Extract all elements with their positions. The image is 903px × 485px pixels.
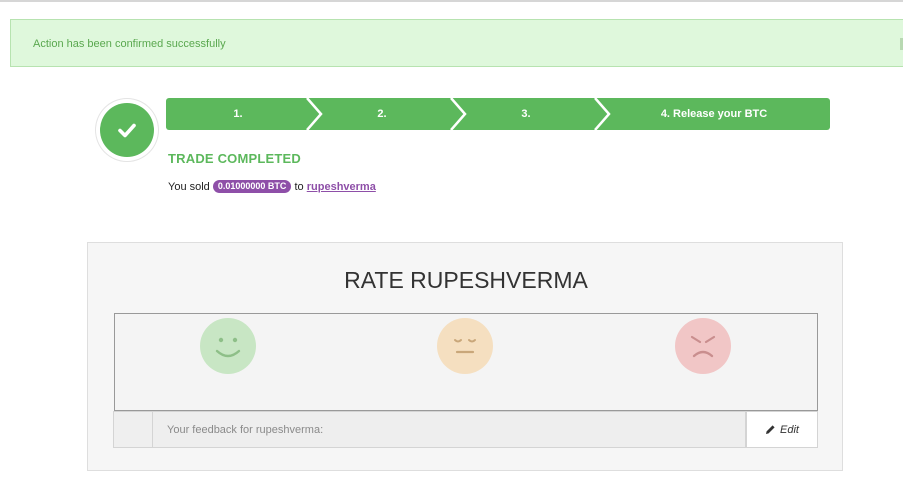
step-separator-arrow — [594, 98, 611, 130]
trade-prefix: You sold — [168, 181, 210, 193]
trade-summary: You sold 0.01000000 BTC to rupeshverma — [168, 180, 376, 194]
edit-label: Edit — [780, 423, 799, 436]
rating-title: RATE RUPESHVERMA — [344, 267, 588, 293]
feedback-avatar-box — [113, 411, 153, 448]
trade-to: to — [294, 181, 304, 193]
rating-panel: RATE RUPESHVERMA Your feedback for rupes… — [87, 242, 843, 471]
feedback-row: Your feedback for rupeshverma: Edit — [113, 411, 818, 448]
top-border — [0, 0, 903, 2]
feedback-input[interactable]: Your feedback for rupeshverma: — [153, 411, 746, 448]
step-separator-arrow — [450, 98, 467, 130]
amount-badge: 0.01000000 BTC — [212, 180, 292, 193]
step-separator-arrow — [306, 98, 323, 130]
counterparty-link[interactable]: rupeshverma — [307, 181, 376, 193]
pencil-icon — [766, 425, 775, 434]
success-alert: Action has been confirmed successfully — [10, 19, 903, 67]
feedback-placeholder: Your feedback for rupeshverma: — [167, 424, 324, 436]
check-icon — [100, 103, 154, 157]
step-2: 2. — [377, 108, 387, 120]
edit-feedback-button[interactable]: Edit — [746, 411, 818, 448]
rating-options — [114, 313, 818, 411]
alert-message: Action has been confirmed successfully — [33, 38, 226, 50]
completed-check-badge — [96, 99, 158, 161]
step-3: 3. — [521, 108, 531, 120]
trade-status-title: TRADE COMPLETED — [168, 151, 301, 166]
trade-progress-steps: 1. 2. 3. 4. Release your BTC — [166, 98, 830, 130]
step-1: 1. — [233, 108, 243, 120]
step-4: 4. Release your BTC — [660, 108, 768, 120]
angry-face-icon[interactable] — [675, 318, 731, 374]
neutral-face-icon[interactable] — [437, 318, 493, 374]
smile-face-icon[interactable] — [200, 318, 256, 374]
